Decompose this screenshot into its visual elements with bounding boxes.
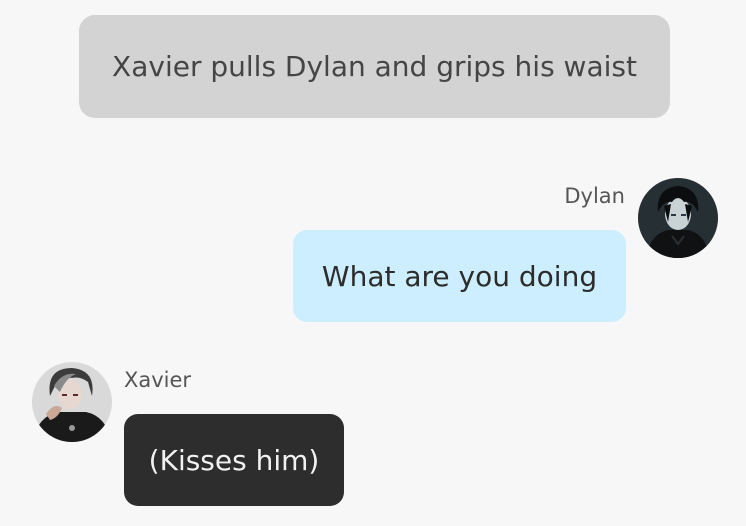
dark-haired-character-avatar-icon (638, 178, 718, 258)
character-message-bubble: (Kisses him) (124, 414, 344, 506)
chat-view: Xavier pulls Dylan and grips his waist D… (0, 0, 746, 526)
narration-text: Xavier pulls Dylan and grips his waist (112, 50, 637, 83)
user-name: Dylan (564, 184, 625, 208)
user-avatar[interactable] (638, 178, 718, 258)
user-message-text: What are you doing (321, 259, 598, 293)
character-message-text: (Kisses him) (148, 443, 320, 477)
narration-message: Xavier pulls Dylan and grips his waist (79, 15, 670, 118)
silver-haired-character-avatar-icon (32, 362, 112, 442)
character-avatar[interactable] (32, 362, 112, 442)
character-name: Xavier (124, 368, 192, 392)
user-message-bubble: What are you doing (293, 230, 626, 322)
